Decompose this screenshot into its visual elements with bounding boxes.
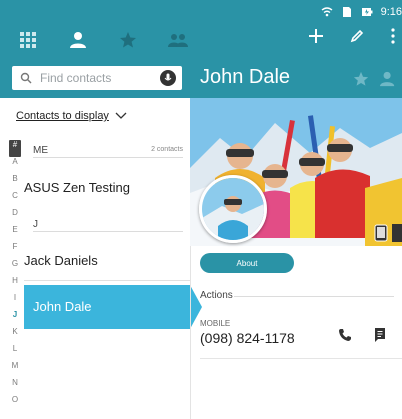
section-header-label: J (33, 219, 38, 230)
alphabet-letter[interactable]: A (8, 157, 22, 174)
battery-icon (361, 8, 373, 16)
search-icon (20, 72, 32, 84)
add-icon[interactable] (308, 28, 324, 44)
avatar-image (202, 178, 264, 240)
alphabet-letter[interactable]: J (8, 310, 22, 327)
star-icon (120, 32, 136, 48)
alphabet-letter[interactable]: B (8, 174, 22, 191)
phone-row-divider (200, 358, 402, 359)
contact-item-john-selected[interactable]: John Dale (24, 285, 190, 329)
section-header-me: ME 2 contacts (33, 145, 183, 158)
group-icon (168, 34, 188, 47)
search-box[interactable] (12, 66, 182, 90)
contact-name-title: John Dale (200, 66, 291, 88)
alphabet-letter[interactable]: M (8, 361, 22, 378)
contacts-to-display-label: Contacts to display (16, 110, 109, 122)
overflow-menu-icon[interactable] (390, 28, 396, 44)
alphabet-index[interactable]: # A B C D E F G H I J K L M N O (8, 140, 22, 412)
grid-icon (20, 32, 36, 48)
tab-contacts[interactable] (68, 30, 88, 50)
alphabet-letter[interactable]: # (9, 140, 21, 157)
list-divider (24, 280, 190, 281)
contact-avatar[interactable] (199, 175, 267, 243)
contact-item-jack[interactable]: Jack Daniels (24, 253, 190, 268)
contacts-to-display-dropdown[interactable]: Contacts to display (16, 110, 127, 122)
alphabet-letter[interactable]: H (8, 276, 22, 293)
alphabet-letter[interactable]: D (8, 208, 22, 225)
contact-item-label: John Dale (33, 299, 92, 314)
phone-type-label: MOBILE (200, 319, 231, 328)
section-header-j: J (33, 219, 183, 232)
chevron-down-icon (115, 112, 127, 119)
alphabet-letter[interactable]: L (8, 344, 22, 361)
tab-favorites[interactable] (118, 30, 138, 50)
alphabet-letter[interactable]: K (8, 327, 22, 344)
section-contact-count: 2 contacts (151, 146, 183, 153)
contact-settings-icon[interactable] (380, 71, 396, 87)
status-bar: 9:16 (321, 4, 402, 20)
person-icon (70, 32, 86, 48)
call-icon[interactable] (338, 328, 352, 342)
tab-dialpad[interactable] (18, 30, 38, 50)
alphabet-letter[interactable]: G (8, 259, 22, 276)
alphabet-letter[interactable]: C (8, 191, 22, 208)
top-actions (308, 28, 396, 44)
microphone-icon (164, 73, 172, 81)
contact-item-asus[interactable]: ASUS Zen Testing (24, 180, 190, 195)
about-button[interactable]: About (200, 253, 294, 273)
actions-divider (234, 296, 394, 297)
phone-device-icon[interactable] (374, 224, 388, 242)
favorite-star-icon[interactable] (353, 71, 369, 87)
sim-icon (342, 7, 351, 17)
tab-groups[interactable] (168, 30, 188, 50)
alphabet-letter[interactable]: I (8, 293, 22, 310)
alphabet-letter[interactable]: F (8, 242, 22, 259)
edit-icon[interactable] (350, 29, 364, 43)
actions-header: Actions (200, 290, 233, 301)
more-options-icon[interactable] (392, 224, 402, 242)
alphabet-letter[interactable]: N (8, 378, 22, 395)
search-input[interactable] (38, 70, 152, 86)
section-header-label: ME (33, 145, 48, 156)
alphabet-letter[interactable]: E (8, 225, 22, 242)
message-icon[interactable] (372, 327, 388, 343)
tab-bar (18, 28, 188, 52)
voice-search-button[interactable] (160, 70, 176, 86)
photo-action-icons (374, 224, 402, 242)
phone-number[interactable]: (098) 824-1178 (200, 330, 295, 346)
status-time: 9:16 (380, 6, 402, 18)
wifi-icon (321, 7, 333, 17)
alphabet-letter[interactable]: O (8, 395, 22, 412)
